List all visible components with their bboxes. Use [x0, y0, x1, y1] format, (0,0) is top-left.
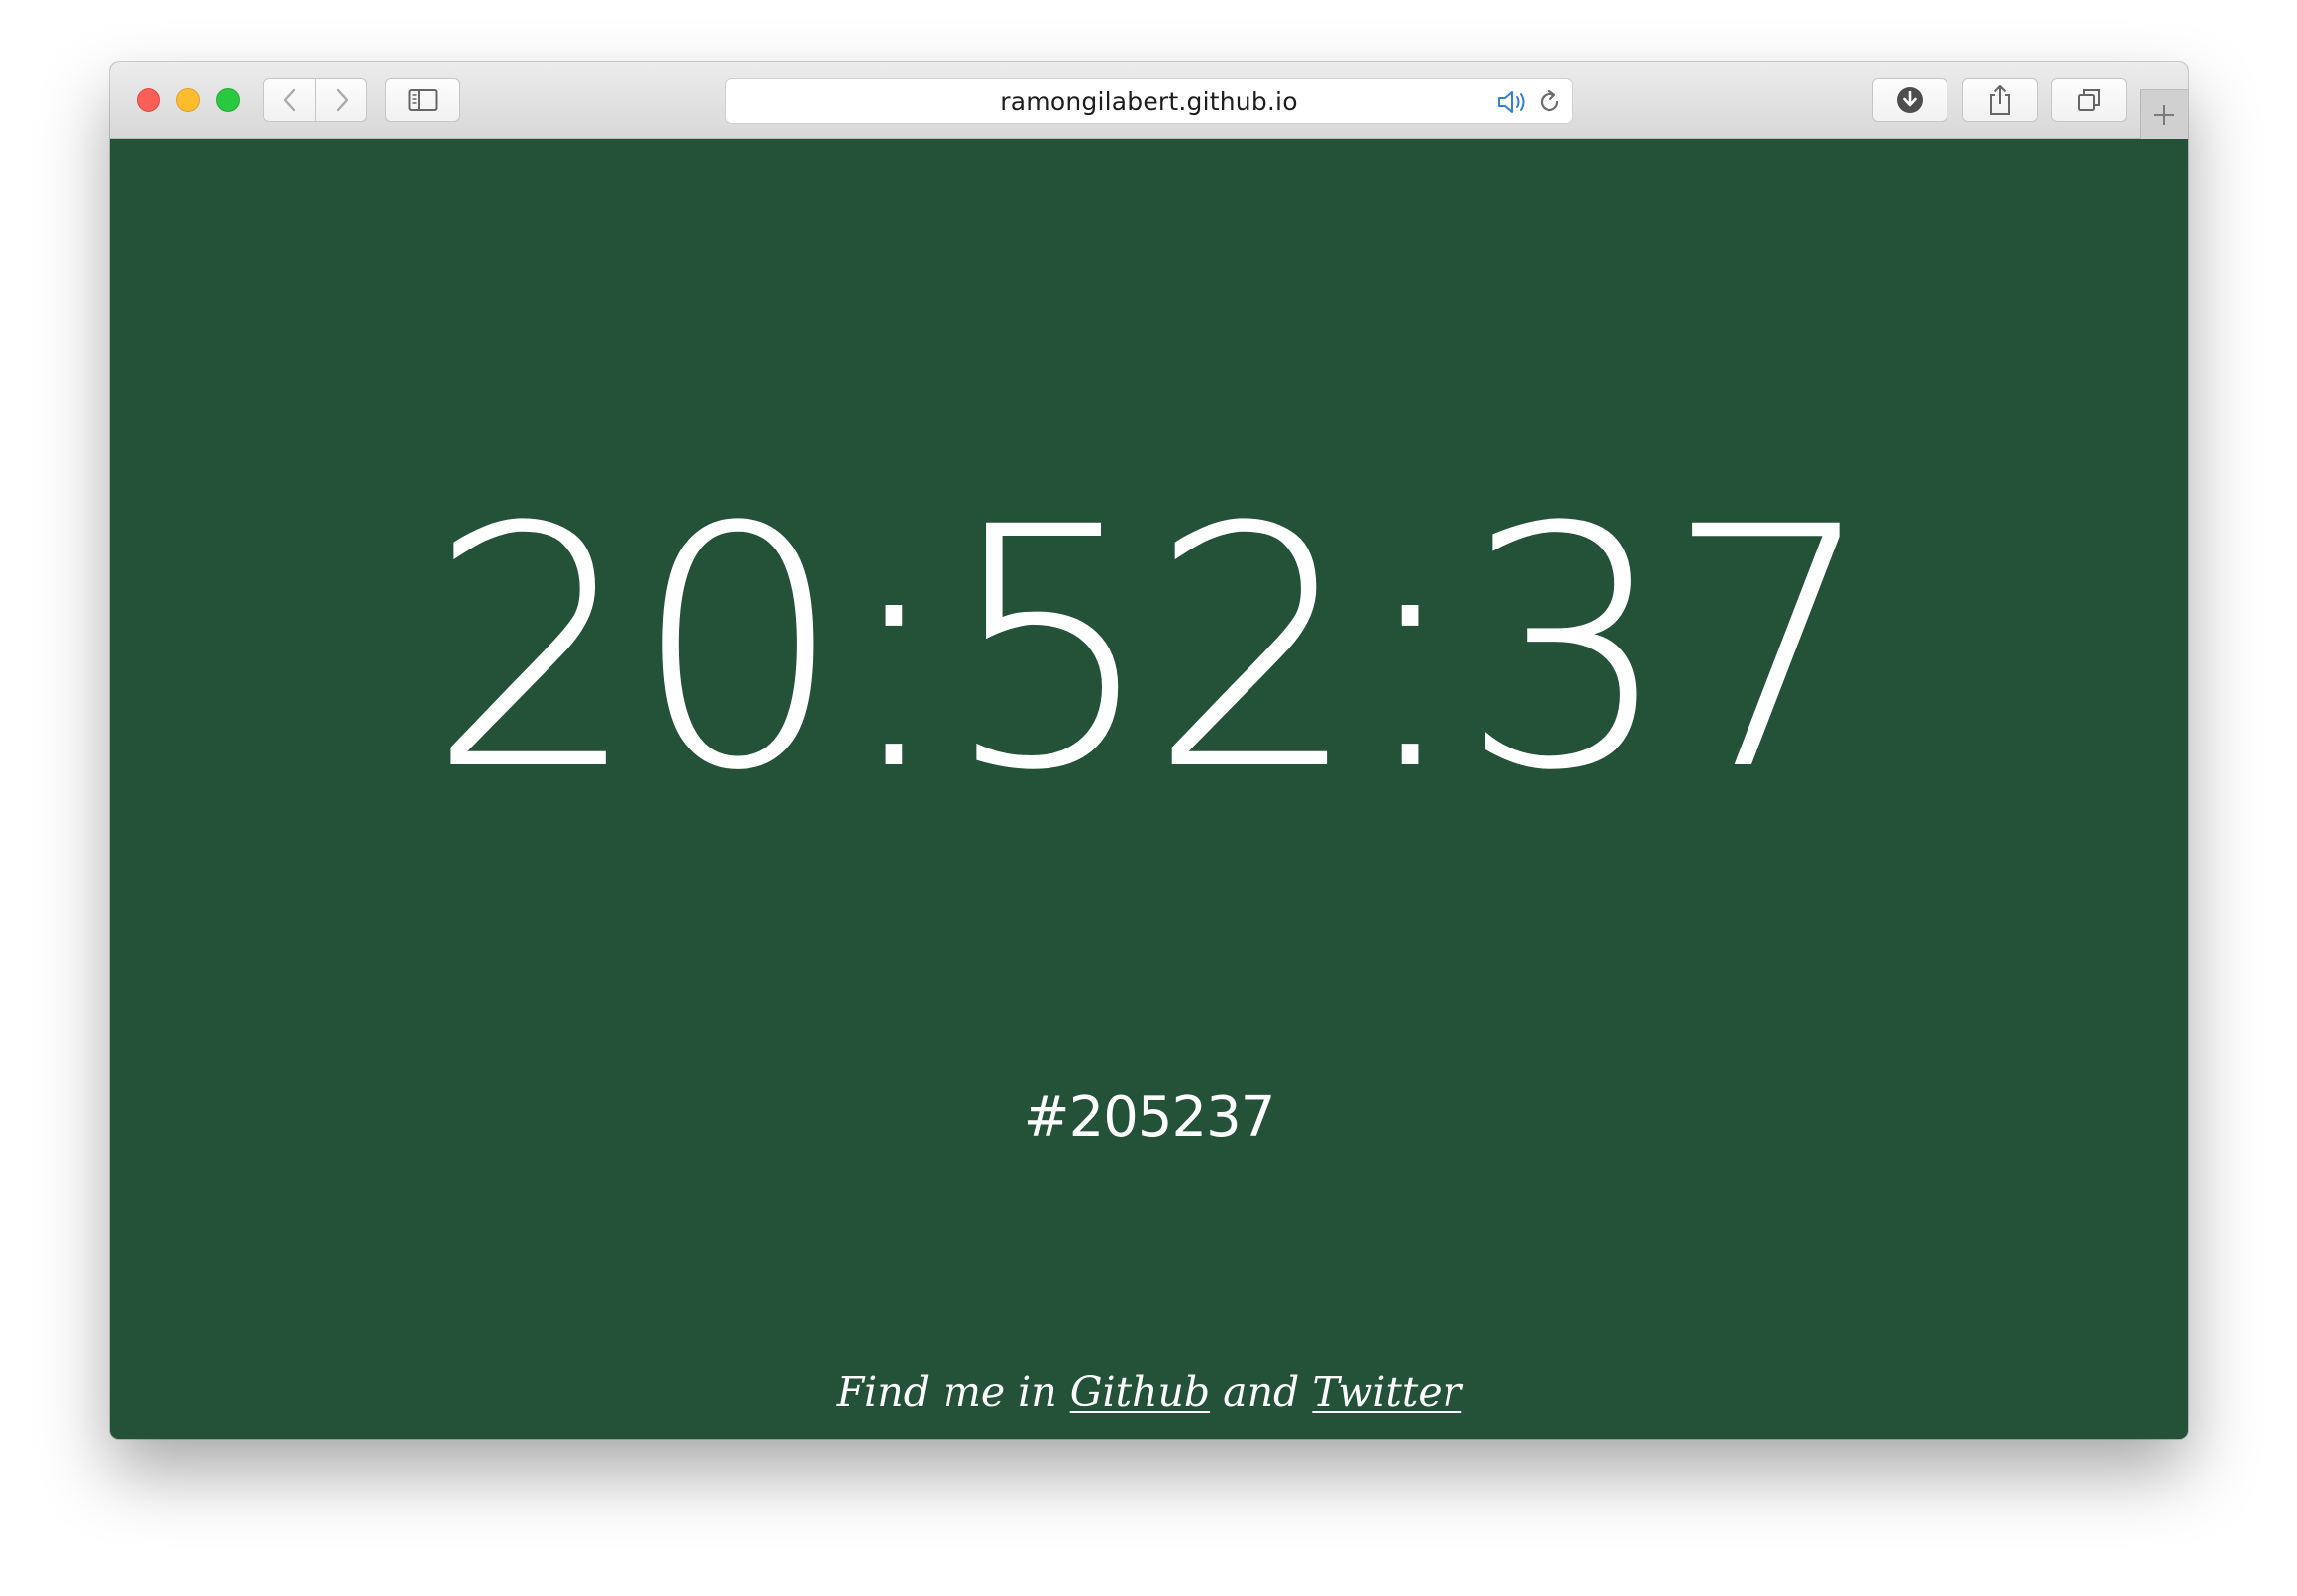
- browser-toolbar: ramongilabert.github.io: [110, 62, 2188, 139]
- url-text[interactable]: ramongilabert.github.io: [726, 79, 1572, 123]
- history-navigation: [263, 78, 367, 122]
- chevron-right-icon: [336, 88, 348, 112]
- hex-color-code: #205237: [1023, 1085, 1276, 1149]
- clock-time: 20:52:37: [428, 457, 1876, 844]
- footer-prefix: Find me in: [836, 1368, 1057, 1416]
- download-icon: [1897, 87, 1923, 113]
- address-bar[interactable]: ramongilabert.github.io: [725, 78, 1573, 124]
- footer-conjunction: and: [1223, 1368, 1300, 1416]
- close-window-button[interactable]: [137, 88, 160, 112]
- chevron-left-icon: [283, 88, 295, 112]
- show-tabs-button[interactable]: [2051, 78, 2127, 122]
- twitter-link[interactable]: Twitter: [1312, 1368, 1461, 1416]
- footer: Find me in Github and Twitter: [110, 1367, 2188, 1417]
- browser-window: ramongilabert.github.io 20:52:37 #205237…: [110, 62, 2188, 1439]
- reload-icon[interactable]: [1536, 88, 1563, 121]
- sidebar-toggle-button[interactable]: [385, 78, 460, 122]
- share-icon: [1990, 85, 2010, 115]
- page-content: 20:52:37 #205237 Find me in Github and T…: [110, 139, 2188, 1439]
- share-button[interactable]: [1962, 78, 2038, 122]
- github-link[interactable]: Github: [1070, 1368, 1210, 1416]
- plus-icon: [2154, 104, 2174, 125]
- sidebar-icon: [408, 89, 438, 111]
- minimize-window-button[interactable]: [176, 88, 200, 112]
- forward-button[interactable]: [315, 79, 366, 121]
- tabs-icon: [2078, 89, 2100, 111]
- zoom-window-button[interactable]: [216, 88, 240, 112]
- new-tab-button[interactable]: [2140, 89, 2188, 139]
- downloads-button[interactable]: [1872, 78, 1947, 122]
- speaker-icon[interactable]: [1496, 89, 1530, 120]
- back-button[interactable]: [264, 79, 315, 121]
